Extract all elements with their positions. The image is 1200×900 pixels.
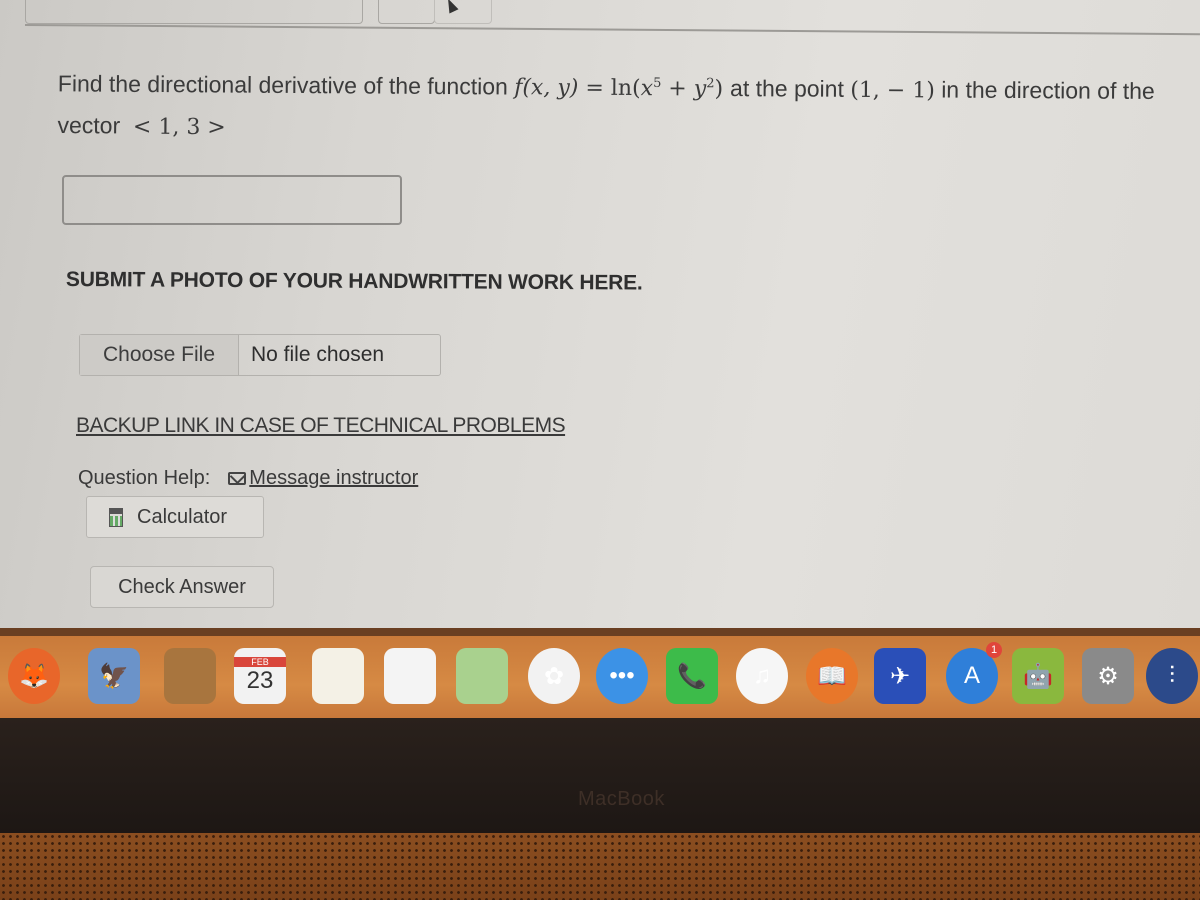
message-instructor-link[interactable]: Message instructor [249, 467, 418, 490]
check-answer-button[interactable]: Check Answer [90, 566, 274, 608]
calendar-day: 23 [246, 667, 274, 694]
dock-item-app-store[interactable]: A1 [946, 642, 1002, 704]
bird-icon: ✈ [889, 662, 911, 690]
question-text: Find the directional derivative of the f… [57, 60, 1198, 155]
vector: < 1, 3 > [132, 114, 226, 141]
function-lhs: f(x, y) [514, 75, 579, 101]
messages-icon: ••• [609, 662, 635, 689]
dock-item-mail[interactable]: 🦅 [88, 648, 140, 704]
equals-sign: = [585, 76, 604, 102]
dock-item-cyberduck[interactable]: ✈ [874, 648, 926, 704]
top-input-field[interactable] [25, 0, 363, 24]
facetime-icon: 📞 [677, 662, 707, 690]
dock-item-audio-app[interactable]: ⫶ [1146, 648, 1198, 704]
waveform-icon: ⫶ [1169, 662, 1175, 689]
var-x: x [640, 76, 654, 102]
question-prefix: Find the directional derivative of the f… [57, 70, 508, 100]
app-store-icon: A [963, 662, 980, 689]
dock-item-reminders[interactable] [384, 648, 436, 704]
notification-badge: 1 [986, 642, 1002, 658]
calendar-month: FEB [234, 657, 286, 667]
dock-item-messages[interactable]: ••• [596, 648, 648, 704]
firefox-icon: 🦊 [19, 662, 49, 690]
dock-item-notes[interactable] [312, 648, 364, 704]
question-help: Question Help: Message instructor [78, 467, 418, 490]
dock-item-calendar[interactable]: FEB 23 [234, 648, 286, 704]
question-help-label: Question Help: [78, 467, 211, 489]
divider [24, 24, 1200, 36]
backup-link[interactable]: BACKUP LINK IN CASE OF TECHNICAL PROBLEM… [76, 414, 566, 438]
dock-item-maps[interactable] [456, 648, 508, 704]
dock-item-android-file-transfer[interactable]: 🤖 [1012, 648, 1064, 704]
ln: ln [610, 76, 633, 102]
brand-label: MacBook [578, 788, 665, 810]
point: (1, − 1) [850, 77, 935, 104]
calculator-icon [109, 507, 123, 527]
var-y: y [693, 76, 707, 102]
exp-y: 2 [706, 76, 715, 92]
question-middle: at the point [729, 75, 844, 102]
dock-item-system-preferences[interactable]: ⚙ [1082, 648, 1134, 704]
ibooks-icon: 📖 [817, 662, 847, 690]
dock-item-photos[interactable]: ✿ [528, 648, 580, 704]
envelope-icon [228, 472, 247, 485]
laptop-bezel [0, 718, 1200, 833]
dock-item-facetime[interactable]: 📞 [666, 648, 718, 704]
submit-heading: SUBMIT A PHOTO OF YOUR HANDWRITTEN WORK … [65, 268, 643, 295]
gear-icon: ⚙ [1097, 662, 1119, 690]
dock-item-firefox[interactable]: 🦊 [8, 648, 60, 704]
top-small-button[interactable] [434, 0, 492, 24]
file-picker[interactable]: Choose File No file chosen [79, 334, 441, 376]
dock-item-ibooks[interactable]: 📖 [806, 648, 858, 704]
file-status: No file chosen [251, 343, 385, 366]
plus: + [668, 76, 687, 102]
calculator-button[interactable]: Calculator [86, 496, 264, 538]
dock: 🦊 🦅 FEB 23 ✿ ••• 📞 ♫ 📖 ✈ A 1 🤖 ⚙ ⫶ [0, 636, 1200, 718]
choose-file-button[interactable]: Choose File [80, 335, 239, 375]
calculator-label: Calculator [137, 505, 228, 528]
top-small-button[interactable] [378, 0, 435, 24]
function-expression: f(x, y) = ln(x5 + y2) [514, 75, 731, 103]
mail-stamp-icon: 🦅 [99, 662, 129, 690]
dock-item-contacts[interactable] [164, 648, 216, 704]
exp-x: 5 [653, 76, 662, 92]
keyboard-area [0, 833, 1200, 900]
android-icon: 🤖 [1023, 662, 1053, 690]
photos-icon: ✿ [543, 662, 565, 690]
answer-input[interactable] [62, 175, 402, 225]
dock-item-itunes[interactable]: ♫ [736, 648, 788, 704]
browser-screen: Find the directional derivative of the f… [0, 0, 1200, 632]
itunes-icon: ♫ [753, 662, 771, 689]
